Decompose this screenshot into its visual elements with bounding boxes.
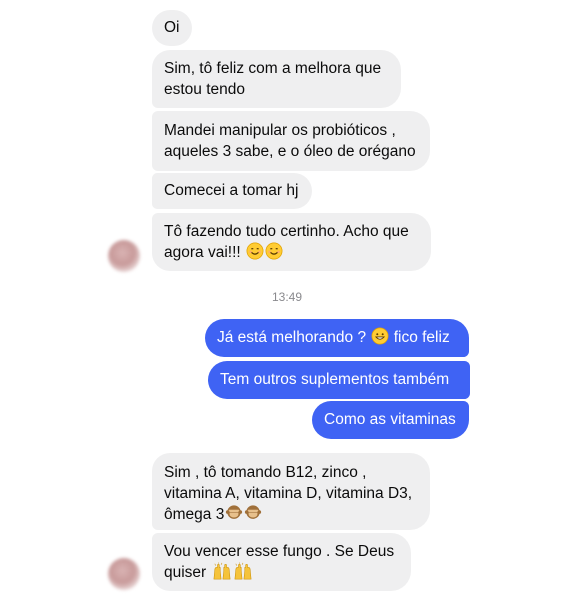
message-text: fico feliz	[393, 329, 450, 346]
contact-avatar[interactable]	[108, 240, 140, 272]
smiling-face-emoji-icon	[265, 242, 283, 260]
message-incoming[interactable]: Tô fazendo tudo certinho. Acho que agora…	[152, 213, 431, 271]
smiling-face-emoji-icon	[246, 242, 264, 260]
message-incoming[interactable]: Mandei manipular os probióticos , aquele…	[152, 111, 430, 171]
message-text: Mandei manipular os probióticos , aquele…	[164, 122, 416, 160]
message-outgoing[interactable]: Como as vitaminas	[312, 401, 469, 439]
message-text: Tem outros suplementos também	[220, 371, 450, 388]
message-outgoing[interactable]: Já está melhorando ? fico feliz	[205, 319, 469, 357]
see-no-evil-monkey-emoji-icon	[226, 505, 243, 519]
contact-avatar[interactable]	[108, 558, 140, 590]
message-outgoing[interactable]: Tem outros suplementos também	[208, 361, 470, 399]
message-incoming[interactable]: Sim , tô tomando B12, zinco , vitamina A…	[152, 453, 430, 530]
message-incoming[interactable]: Vou vencer esse fungo . Se Deus quiser	[152, 533, 411, 591]
message-text: Comecei a tomar hj	[164, 182, 299, 199]
message-text: Sim , tô tomando B12, zinco , vitamina A…	[164, 464, 413, 523]
message-incoming[interactable]: Oi	[152, 10, 192, 46]
message-text: Já está melhorando ?	[217, 329, 367, 346]
raising-hands-emoji-icon	[234, 562, 251, 580]
see-no-evil-monkey-emoji-icon	[245, 505, 262, 519]
message-text: Vou vencer esse fungo . Se Deus quiser	[164, 543, 395, 581]
grinning-face-emoji-icon	[371, 327, 389, 345]
timestamp: 13:49	[271, 290, 303, 304]
message-text: Oi	[164, 19, 180, 36]
message-text: Tô fazendo tudo certinho. Acho que agora…	[164, 223, 409, 261]
message-incoming[interactable]: Comecei a tomar hj	[152, 173, 312, 209]
message-incoming[interactable]: Sim, tô feliz com a melhora que estou te…	[152, 50, 401, 108]
message-text: Como as vitaminas	[324, 411, 456, 428]
raising-hands-emoji-icon	[213, 562, 230, 580]
message-text: Sim, tô feliz com a melhora que estou te…	[164, 60, 382, 98]
